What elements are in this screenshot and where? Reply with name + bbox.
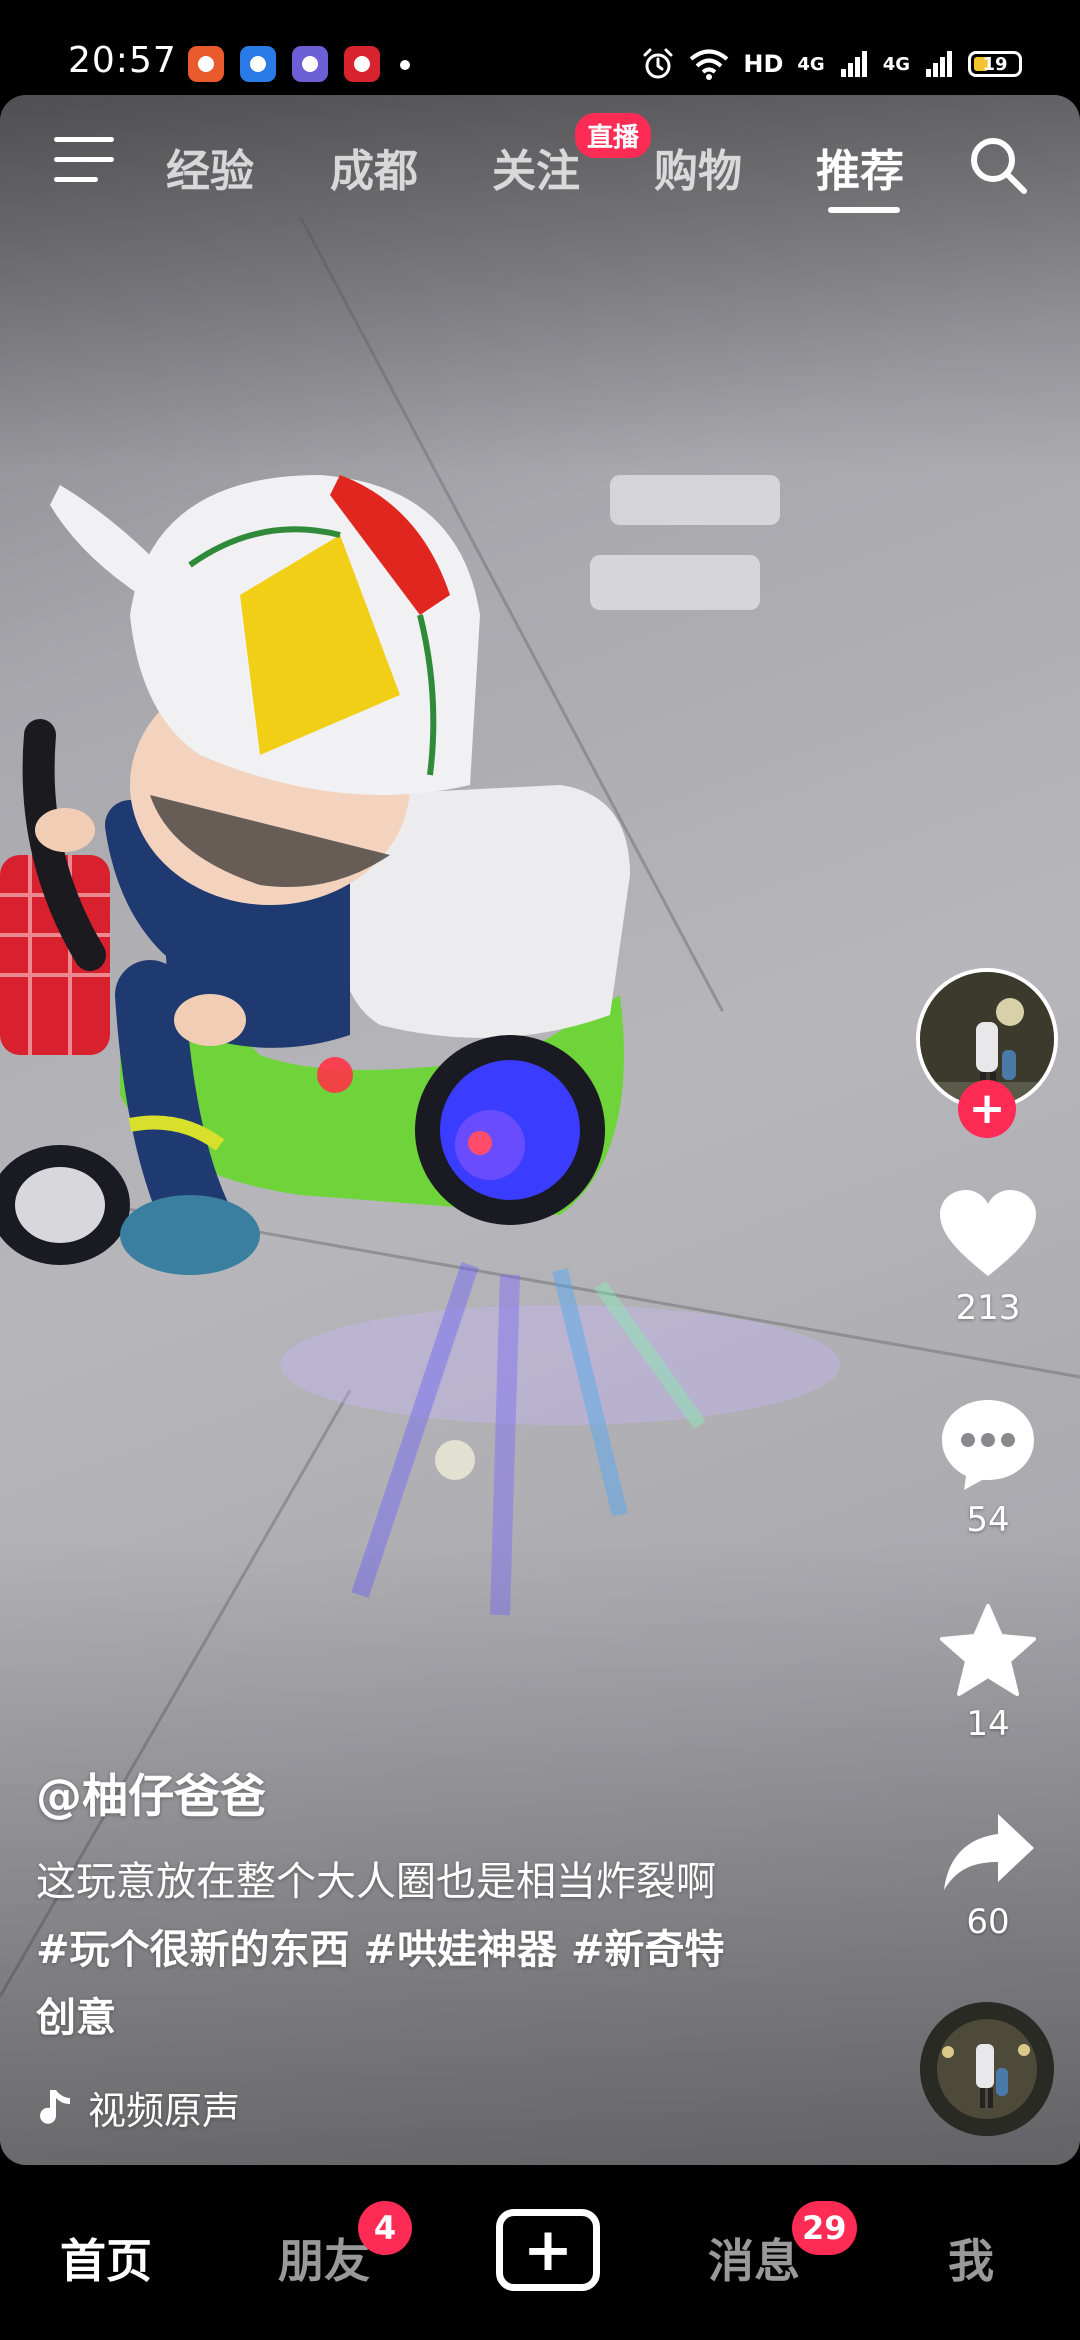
music-title: 视频原声	[88, 2089, 241, 2133]
live-badge: 直播	[575, 113, 652, 158]
messages-badge: 29	[792, 2201, 857, 2255]
music-disc-image	[920, 2002, 1054, 2136]
friends-badge: 4	[358, 2201, 412, 2255]
star-icon	[940, 1604, 1036, 1696]
app-notification-icon	[344, 46, 380, 82]
network-type-label: HD	[743, 50, 784, 78]
like-button[interactable]: 213	[916, 1188, 1060, 1328]
tab-recommended[interactable]: 推荐	[816, 135, 904, 199]
music-note-icon	[40, 2089, 70, 2124]
hashtags-line[interactable]: 创意	[36, 1984, 836, 2052]
hashtags-line[interactable]: #玩个很新的东西 #哄娃神器 #新奇特	[36, 1916, 836, 1984]
tab-following[interactable]: 关注	[492, 135, 580, 199]
create-button[interactable]: +	[496, 2209, 600, 2291]
music-disc[interactable]	[920, 2002, 1054, 2136]
status-indicators: HD 4G 4G 19	[641, 44, 1022, 84]
battery-level: 19	[982, 53, 1008, 75]
nav-home[interactable]: 首页	[60, 2225, 152, 2291]
tab-experience[interactable]: 经验	[166, 135, 254, 199]
signal-icon	[926, 51, 952, 77]
plus-icon: +	[522, 2215, 574, 2285]
like-count: 213	[955, 1288, 1021, 1328]
top-navigation: 经验 成都 关注 直播 购物 推荐	[0, 95, 1080, 225]
alarm-icon	[643, 48, 673, 79]
wifi-icon	[690, 49, 729, 80]
author-name[interactable]: @柚仔爸爸	[36, 1760, 836, 1826]
nav-me[interactable]: 我	[948, 2225, 994, 2291]
video-description: 这玩意放在整个大人圈也是相当炸裂啊 #玩个很新的东西 #哄娃神器 #新奇特 创意	[36, 1848, 836, 2052]
comment-button[interactable]: 54	[916, 1396, 1060, 1540]
status-time: 20:57	[68, 40, 177, 81]
signal-1-label: 4G	[797, 53, 825, 75]
nav-messages[interactable]: 消息	[708, 2225, 800, 2291]
music-info[interactable]: 视频原声	[36, 2080, 240, 2135]
share-count: 60	[966, 1902, 1010, 1942]
share-button[interactable]: 60	[916, 1810, 1060, 1942]
bottom-navigation: 首页 朋友 4 + 消息 29 我	[0, 2165, 1080, 2340]
favorite-button[interactable]: 14	[916, 1604, 1060, 1744]
app-notification-icon	[188, 46, 224, 82]
signal-2-label: 4G	[882, 53, 910, 75]
video-caption: @柚仔爸爸 这玩意放在整个大人圈也是相当炸裂啊 #玩个很新的东西 #哄娃神器 #…	[36, 1760, 836, 2052]
more-notifications-dot	[400, 60, 410, 70]
active-tab-indicator	[828, 207, 900, 213]
tab-chengdu[interactable]: 成都	[330, 135, 418, 199]
nav-friends[interactable]: 朋友	[278, 2225, 370, 2291]
app-notification-icon	[240, 46, 276, 82]
description-text: 这玩意放在整个大人圈也是相当炸裂啊	[36, 1859, 716, 1905]
signal-icon	[840, 51, 867, 77]
menu-icon[interactable]	[54, 137, 114, 185]
battery-icon: 19	[968, 51, 1022, 77]
favorite-count: 14	[966, 1704, 1010, 1744]
share-icon	[944, 1814, 1034, 1890]
heart-icon	[940, 1190, 1036, 1276]
app-notification-icon	[292, 46, 328, 82]
comment-icon	[942, 1400, 1034, 1490]
search-icon[interactable]	[966, 133, 1030, 197]
tab-shopping[interactable]: 购物	[654, 135, 742, 199]
follow-button[interactable]: +	[958, 1080, 1016, 1138]
status-bar: 20:57 HD 4G 4G 19	[0, 0, 1080, 95]
comment-count: 54	[966, 1500, 1010, 1540]
